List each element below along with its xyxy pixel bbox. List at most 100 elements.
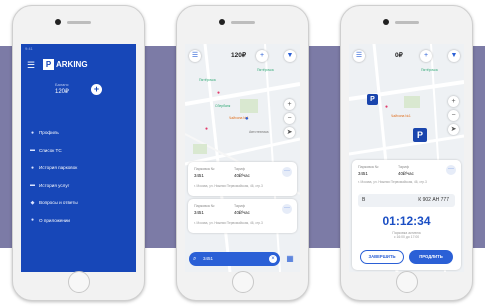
menu-icon[interactable]: ☰ [27,60,35,71]
zone-column: Парковка № 3451 [194,167,215,178]
map-header: ☰ 120₽ + ▼ [189,50,296,64]
menu-icon[interactable]: ☰ [353,50,365,62]
menu-item-label: Список ТС [39,147,62,153]
zoom-out-icon[interactable]: − [448,110,459,121]
search-input[interactable]: ⌕ 3451 × [189,252,280,266]
zoom-out-icon[interactable]: − [284,113,295,124]
filter-icon[interactable]: ▼ [284,50,296,62]
extend-parking-button[interactable]: ПРОДЛИТЬ [409,250,453,264]
clear-icon[interactable]: × [269,255,277,263]
payments-icon: ▬ [30,182,35,189]
selected-parking-pin-icon[interactable]: P [413,128,427,142]
car-icon: ▬ [30,147,35,154]
grid-icon[interactable]: ▦ [284,253,296,265]
phone-parking-list: Пятёрочка Пятёрочка Сбербанк Чайхона №1 … [176,5,309,301]
timer-subtitle: Парковка активна с 16:00 до 17:00 [392,231,421,239]
menu-item-about[interactable]: ● О приложении [29,212,78,230]
menu-icon[interactable]: ☰ [189,50,201,62]
poi-marker-icon: ● [217,90,221,96]
logo-text: ARKING [56,60,88,69]
home-button[interactable] [67,271,90,293]
info-icon: ● [30,217,35,224]
zone-value: 3451 [194,210,204,215]
menu-item-services-history[interactable]: ▬ История услуг [29,177,78,195]
address: г. Москва, ул. Нижняя Первомайская, 46, … [194,184,263,188]
tariff-column: Тариф 40₽/час [398,165,414,177]
locate-icon[interactable]: ➤ [284,127,295,138]
parking-timer: 01:12:34 [382,214,431,228]
filter-icon[interactable]: ▼ [448,50,460,62]
menu-item-faq[interactable]: ◆ Вопросы и ответы [29,194,78,212]
tariff-label: Тариф [398,165,409,169]
map-label: Чайхона №1 [391,114,411,118]
menu-header: ☰ P ARKING [27,58,131,72]
search-value: 3451 [203,256,214,261]
map-controls: + − ➤ [284,99,295,141]
location-marker-icon[interactable]: ● [245,116,249,122]
speaker [230,21,255,24]
balance-label: Баланс [55,82,69,87]
menu-item-vehicles[interactable]: ▬ Список ТС [29,142,78,160]
menu-list: ● Профиль ▬ Список ТС ● История парковок ▬ И… [29,124,78,229]
active-session-screen: Пятёрочка Чайхона №1 P P ● ☰ 0₽ + ▼ + − … [349,44,464,272]
camera [219,19,225,25]
map-label: Автотехника [249,130,269,134]
logo-icon: P [43,59,54,70]
zone-column: Парковка № 3451 [358,165,379,176]
parking-pin-icon[interactable]: P [367,94,378,105]
tariff-column: Тариф 40₽/час [234,204,250,216]
zoom-in-icon[interactable]: + [448,96,459,107]
home-button[interactable] [395,271,418,293]
zone-value: 3451 [358,171,368,176]
history-icon: ● [30,164,35,171]
parking-card[interactable]: Парковка № 3451 Тариф 40₽/час ··· г. Москв… [188,162,297,196]
menu-item-label: О приложении [39,217,70,223]
locate-icon[interactable]: ➤ [448,124,459,135]
tariff-column: Тариф 40₽/час [234,167,250,179]
vehicle-plate[interactable]: В К 902 АН 777 [358,194,455,207]
more-icon[interactable]: ··· [282,204,292,214]
status-bar: 9:41 [25,46,33,51]
tariff-value: 40₽/час [234,173,250,178]
parking-list-screen: Пятёрочка Пятёрочка Сбербанк Чайхона №1 … [185,44,300,272]
address: г. Москва, ул. Нижняя Первомайская, 46, … [194,221,263,225]
parking-cards: Парковка № 3451 Тариф 40₽/час ··· г. Москв… [188,162,297,236]
car-icon: В [362,197,366,203]
more-icon[interactable]: ··· [446,165,456,175]
map-label: Сбербанк [215,104,231,108]
phone-menu: 9:41 ☰ P ARKING Баланс 120₽ + ● Профиль ▬… [12,5,145,301]
camera [383,19,389,25]
zone-value: 3451 [194,173,204,178]
menu-item-parking-history[interactable]: ● История парковок [29,159,78,177]
tariff-value: 40₽/час [234,210,250,215]
top-up-button[interactable]: + [91,84,102,95]
search-row: ⌕ 3451 × ▦ [189,252,296,268]
end-parking-button[interactable]: ЗАВЕРШИТЬ [360,250,404,264]
add-icon[interactable]: + [256,50,268,62]
poi-marker-icon: ● [205,126,209,132]
tariff-label: Тариф [234,167,245,171]
session-parking-info: Парковка № 3451 Тариф 40₽/час ··· г. Москв… [352,160,461,190]
session-card: Парковка № 3451 Тариф 40₽/час ··· г. Москв… [352,160,461,270]
parking-card[interactable]: Парковка № 3451 Тариф 40₽/час ··· г. Москв… [188,199,297,233]
poi-marker-icon: ● [385,104,389,110]
menu-item-label: История услуг [39,182,70,188]
menu-item-profile[interactable]: ● Профиль [29,124,78,142]
user-icon: ● [30,129,35,136]
map[interactable]: Пятёрочка Пятёрочка Сбербанк Чайхона №1 … [185,44,300,272]
menu-item-label: Профиль [39,130,59,136]
zone-label: Парковка № [194,167,215,171]
tariff-value: 40₽/час [398,171,414,176]
speaker [66,21,91,24]
speaker [394,21,419,24]
zoom-in-icon[interactable]: + [284,99,295,110]
menu-item-label: Вопросы и ответы [39,200,78,206]
home-button[interactable] [231,271,254,293]
balance-display: 0₽ [395,52,403,59]
zone-column: Парковка № 3451 [194,204,215,215]
map-header: ☰ 0₽ + ▼ [353,50,460,64]
search-icon: ⌕ [193,256,197,262]
add-icon[interactable]: + [420,50,432,62]
more-icon[interactable]: ··· [282,167,292,177]
balance-display: 120₽ [231,52,246,59]
